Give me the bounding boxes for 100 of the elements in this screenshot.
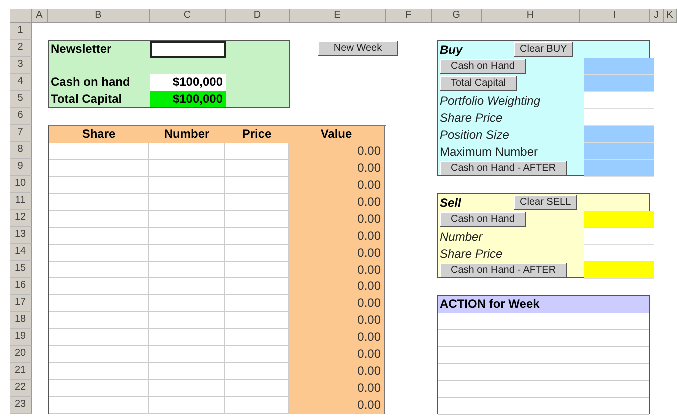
row-header[interactable]: 2 bbox=[10, 40, 32, 57]
input-cell[interactable] bbox=[584, 75, 654, 92]
row-header[interactable]: 15 bbox=[10, 261, 32, 278]
input-cell[interactable] bbox=[584, 160, 654, 177]
table-cell[interactable] bbox=[49, 244, 149, 262]
table-cell[interactable] bbox=[49, 194, 149, 211]
column-header[interactable]: E bbox=[290, 9, 386, 23]
table-cell[interactable] bbox=[225, 380, 289, 398]
table-cell[interactable] bbox=[149, 312, 225, 330]
table-cell[interactable] bbox=[149, 346, 225, 364]
table-cell[interactable] bbox=[49, 312, 149, 330]
table-cell[interactable] bbox=[149, 363, 225, 380]
table-cell[interactable] bbox=[49, 210, 149, 228]
table-cell[interactable] bbox=[149, 295, 225, 312]
table-cell[interactable] bbox=[149, 228, 225, 245]
table-cell[interactable] bbox=[225, 278, 289, 296]
panel-button[interactable]: Cash on Hand bbox=[440, 59, 526, 74]
select-all-button[interactable] bbox=[10, 9, 32, 23]
table-cell[interactable] bbox=[149, 244, 225, 262]
row-header[interactable]: 14 bbox=[10, 244, 32, 261]
table-cell[interactable] bbox=[49, 228, 149, 245]
column-header[interactable]: H bbox=[482, 9, 580, 23]
table-cell[interactable] bbox=[49, 346, 149, 364]
table-cell[interactable] bbox=[49, 397, 149, 414]
table-cell[interactable] bbox=[149, 142, 225, 160]
table-cell[interactable] bbox=[225, 210, 289, 228]
table-cell[interactable] bbox=[149, 262, 225, 278]
table-cell[interactable] bbox=[49, 262, 149, 278]
table-cell[interactable] bbox=[225, 295, 289, 312]
row-header[interactable]: 4 bbox=[10, 74, 32, 91]
row-header[interactable]: 8 bbox=[10, 142, 32, 159]
row-header[interactable]: 17 bbox=[10, 295, 32, 312]
panel-button[interactable]: Total Capital bbox=[440, 76, 518, 91]
clear-button[interactable]: Clear BUY bbox=[514, 42, 574, 57]
input-cell[interactable] bbox=[584, 109, 654, 126]
row-header[interactable]: 19 bbox=[10, 329, 32, 346]
column-header[interactable]: I bbox=[580, 9, 650, 23]
table-cell[interactable] bbox=[149, 176, 225, 194]
table-cell[interactable] bbox=[225, 176, 289, 194]
table-cell[interactable] bbox=[225, 363, 289, 380]
table-cell[interactable] bbox=[49, 380, 149, 398]
table-cell[interactable] bbox=[225, 244, 289, 262]
column-header[interactable]: K bbox=[664, 9, 677, 23]
row-header[interactable]: 9 bbox=[10, 159, 32, 176]
input-cell[interactable] bbox=[584, 92, 654, 109]
table-cell[interactable] bbox=[225, 228, 289, 245]
row-header[interactable]: 23 bbox=[10, 397, 32, 414]
input-cell[interactable] bbox=[584, 228, 654, 245]
input-cell[interactable] bbox=[584, 245, 654, 262]
panel-button[interactable]: Cash on Hand bbox=[440, 212, 526, 227]
row-header[interactable]: 11 bbox=[10, 193, 32, 210]
panel-button[interactable]: Cash on Hand - AFTER bbox=[440, 161, 568, 176]
table-cell[interactable] bbox=[225, 262, 289, 278]
input-cell[interactable] bbox=[584, 126, 654, 143]
column-header[interactable]: F bbox=[386, 9, 432, 23]
row-header[interactable]: 6 bbox=[10, 108, 32, 125]
table-cell[interactable] bbox=[225, 397, 289, 414]
table-cell[interactable] bbox=[149, 329, 225, 346]
table-cell[interactable] bbox=[149, 194, 225, 211]
table-cell[interactable] bbox=[149, 278, 225, 296]
table-cell[interactable] bbox=[149, 380, 225, 398]
newsletter-field[interactable] bbox=[150, 41, 226, 58]
table-cell[interactable] bbox=[149, 397, 225, 414]
column-header[interactable]: G bbox=[432, 9, 482, 23]
row-header[interactable]: 16 bbox=[10, 278, 32, 295]
table-cell[interactable] bbox=[49, 295, 149, 312]
table-cell[interactable] bbox=[49, 278, 149, 296]
row-header[interactable]: 22 bbox=[10, 380, 32, 397]
row-header[interactable]: 3 bbox=[10, 57, 32, 74]
input-cell[interactable] bbox=[584, 262, 654, 279]
input-cell[interactable] bbox=[584, 143, 654, 160]
table-cell[interactable] bbox=[225, 346, 289, 364]
table-cell[interactable] bbox=[49, 329, 149, 346]
table-cell[interactable] bbox=[225, 329, 289, 346]
input-cell[interactable] bbox=[584, 211, 654, 228]
table-cell[interactable] bbox=[49, 160, 149, 177]
table-cell[interactable] bbox=[49, 363, 149, 380]
row-header[interactable]: 13 bbox=[10, 227, 32, 244]
row-header[interactable]: 7 bbox=[10, 125, 32, 142]
input-cell[interactable] bbox=[584, 58, 654, 75]
table-cell[interactable] bbox=[225, 312, 289, 330]
table-cell[interactable] bbox=[225, 194, 289, 211]
row-header[interactable]: 10 bbox=[10, 176, 32, 193]
column-header[interactable]: D bbox=[226, 9, 290, 23]
column-header[interactable]: B bbox=[48, 9, 150, 23]
column-header[interactable]: C bbox=[150, 9, 226, 23]
row-header[interactable]: 12 bbox=[10, 210, 32, 227]
panel-button[interactable]: Cash on Hand - AFTER bbox=[440, 263, 568, 278]
table-cell[interactable] bbox=[49, 142, 149, 160]
row-header[interactable]: 21 bbox=[10, 363, 32, 380]
table-cell[interactable] bbox=[225, 142, 289, 160]
column-header[interactable]: A bbox=[32, 9, 48, 23]
row-header[interactable]: 20 bbox=[10, 346, 32, 363]
column-header[interactable]: J bbox=[650, 9, 664, 23]
table-cell[interactable] bbox=[149, 160, 225, 177]
clear-button[interactable]: Clear SELL bbox=[514, 195, 578, 210]
row-header[interactable]: 18 bbox=[10, 312, 32, 329]
row-header[interactable]: 1 bbox=[10, 23, 32, 40]
table-cell[interactable] bbox=[49, 176, 149, 194]
new-week-button[interactable]: New Week bbox=[318, 41, 398, 56]
